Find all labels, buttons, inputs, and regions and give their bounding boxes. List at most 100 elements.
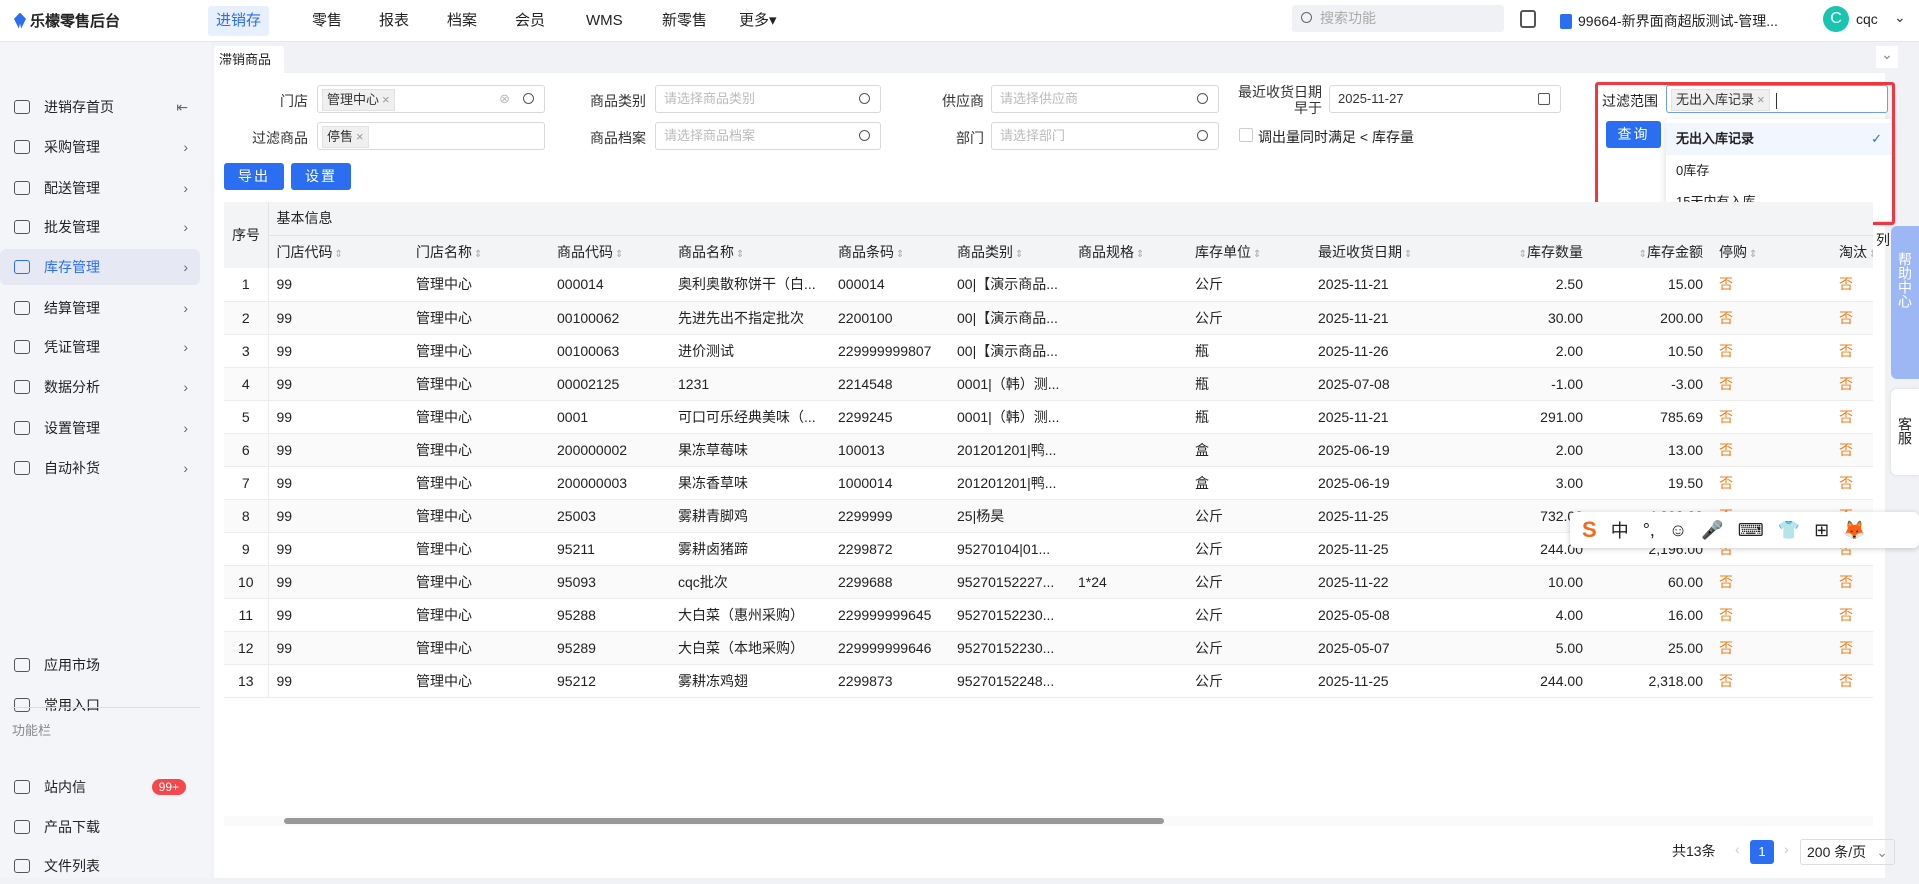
ime-icon[interactable]: ⊞: [1814, 520, 1829, 541]
sidebar-item[interactable]: 配送管理 ›: [0, 170, 200, 206]
table-row[interactable]: 6 99 管理中心 200000002 果冻草莓味 100013 201201201|鸭..…: [224, 433, 1874, 467]
table-cell: 19.50: [1591, 466, 1711, 500]
table-row[interactable]: 12 99 管理中心 95289 大白菜（本地采购） 229999999646 952701…: [224, 631, 1874, 665]
sidebar-item[interactable]: 常用入口: [0, 687, 200, 723]
search-icon[interactable]: [859, 93, 870, 104]
sidebar-item[interactable]: 设置管理 ›: [0, 410, 200, 446]
search-icon[interactable]: [1197, 93, 1208, 104]
ime-icon[interactable]: 🎤: [1701, 520, 1723, 541]
app-logo[interactable]: 乐檬零售后台: [14, 10, 120, 31]
nav-item[interactable]: WMS: [578, 6, 631, 36]
search-icon[interactable]: [1197, 130, 1208, 141]
settings-button[interactable]: 设置: [291, 163, 351, 190]
table-row[interactable]: 4 99 管理中心 00002125 1231 2214548 0001|（韩）测... 瓶 2…: [224, 367, 1874, 401]
sidebar-func-item[interactable]: 产品下载: [0, 809, 200, 845]
avatar[interactable]: C: [1823, 6, 1849, 32]
user-name[interactable]: cqc: [1856, 11, 1878, 27]
remove-tag-icon[interactable]: ×: [382, 92, 390, 107]
nav-item[interactable]: 报表: [371, 6, 417, 36]
column-header[interactable]: 最近收货日期 ⇕: [1310, 235, 1465, 268]
supplier-input[interactable]: 请选择供应商: [991, 85, 1219, 113]
nav-item[interactable]: 档案: [439, 6, 485, 36]
ime-icon[interactable]: 🦊: [1843, 520, 1865, 541]
tab-dropdown-icon[interactable]: ⌄: [1876, 46, 1898, 68]
sidebar-item[interactable]: 应用市场: [0, 647, 200, 683]
table-cell: 管理中心: [408, 598, 549, 632]
calendar-icon[interactable]: [1538, 93, 1550, 105]
table-cell: 果冻草莓味: [670, 433, 830, 467]
table-cell: 99: [268, 301, 408, 335]
table-row[interactable]: 1 99 管理中心 000014 奥利奥散称饼干（白... 000014 00|【演示商品.…: [224, 268, 1874, 302]
table-row[interactable]: 3 99 管理中心 00100063 进价测试 229999999807 00|【演示商品.…: [224, 334, 1874, 368]
sidebar-item[interactable]: 凭证管理 ›: [0, 329, 200, 365]
table-row[interactable]: 10 99 管理中心 95093 cqc批次 2299688 95270152227... 1…: [224, 565, 1874, 599]
category-input[interactable]: 请选择商品类别: [655, 85, 881, 113]
prev-page[interactable]: ‹: [1735, 841, 1740, 857]
ime-icon[interactable]: ☺: [1669, 520, 1687, 541]
table-row[interactable]: 13 99 管理中心 95212 雾耕冻鸡翅 2299873 95270152248... 公…: [224, 664, 1874, 698]
column-header[interactable]: 淘汰⇕: [1831, 235, 1874, 268]
table-row[interactable]: 2 99 管理中心 00100062 先进先出不指定批次 2200100 00|【演示商品.…: [224, 301, 1874, 335]
search-icon[interactable]: [523, 93, 534, 104]
next-page[interactable]: ›: [1784, 841, 1789, 857]
table-cell: 99: [268, 367, 408, 401]
column-header[interactable]: 门店名称 ⇕: [408, 235, 549, 268]
table-row[interactable]: 11 99 管理中心 95288 大白菜（惠州采购） 229999999645 952701…: [224, 598, 1874, 632]
nav-item[interactable]: 新零售: [654, 6, 715, 36]
column-header[interactable]: 商品类别 ⇕: [949, 235, 1070, 268]
nav-item[interactable]: 零售: [304, 6, 350, 36]
help-center[interactable]: 帮助中心: [1891, 226, 1919, 379]
ime-icon[interactable]: °,: [1643, 520, 1655, 541]
nav-item[interactable]: 会员: [507, 6, 553, 36]
printer-icon[interactable]: [1520, 10, 1536, 28]
chevron-down-icon[interactable]: ⌄: [1894, 9, 1906, 26]
filter-goods-label: 过滤商品: [252, 130, 308, 146]
filter-goods-input[interactable]: 停售 ×: [317, 122, 545, 150]
sidebar-item[interactable]: 自动补货 ›: [0, 450, 200, 486]
sidebar-item[interactable]: 结算管理 ›: [0, 290, 200, 326]
page-size-select[interactable]: 200 条/页 ⌄: [1800, 839, 1895, 865]
archive-input[interactable]: 请选择商品档案: [655, 122, 881, 150]
table-row[interactable]: 5 99 管理中心 0001 可口可乐经典美味（... 2299245 0001|（韩）测.…: [224, 400, 1874, 434]
column-header[interactable]: 停购 ⇕: [1711, 235, 1831, 268]
column-header[interactable]: 商品条码 ⇕: [830, 235, 949, 268]
sidebar-item[interactable]: 批发管理 ›: [0, 209, 200, 245]
nav-item[interactable]: 更多▾: [731, 6, 785, 36]
tab-slow-moving[interactable]: 滞销商品: [214, 46, 284, 73]
checkbox[interactable]: [1239, 128, 1253, 142]
column-header[interactable]: 商品名称 ⇕: [670, 235, 830, 268]
ime-icon[interactable]: 中: [1611, 517, 1629, 543]
clear-icon[interactable]: ⊗: [499, 86, 510, 112]
store-input[interactable]: 管理中心 × ⊗: [317, 85, 545, 113]
column-settings[interactable]: 列: [1876, 230, 1890, 250]
function-search[interactable]: 搜索功能: [1292, 5, 1504, 32]
column-header[interactable]: 库存单位 ⇕: [1187, 235, 1310, 268]
column-header[interactable]: ⇕库存数量: [1465, 235, 1591, 268]
sidebar-func-item[interactable]: 站内信 99+: [0, 769, 200, 805]
date-input[interactable]: 2025-11-27: [1329, 85, 1561, 113]
sidebar-item[interactable]: 进销存首页 ⇤: [0, 89, 200, 125]
column-header[interactable]: 商品代码 ⇕: [549, 235, 670, 268]
ime-icon[interactable]: S: [1582, 517, 1597, 543]
ime-icon[interactable]: 👕: [1778, 520, 1800, 541]
column-header[interactable]: 门店代码 ⇕: [268, 235, 408, 268]
store-selector[interactable]: 99664-新界面商超版测试-管理...: [1560, 11, 1778, 31]
horizontal-scrollbar[interactable]: [224, 816, 1873, 826]
sidebar-item[interactable]: 采购管理 ›: [0, 129, 200, 165]
sidebar-item[interactable]: 数据分析 ›: [0, 369, 200, 405]
export-button[interactable]: 导出: [224, 163, 284, 190]
search-icon[interactable]: [859, 130, 870, 141]
column-header[interactable]: 商品规格 ⇕: [1070, 235, 1187, 268]
remove-tag-icon[interactable]: ×: [356, 129, 364, 144]
sidebar-func-item[interactable]: 文件列表: [0, 848, 200, 884]
sidebar-item[interactable]: 库存管理 ›: [0, 249, 200, 285]
dept-input[interactable]: 请选择部门: [991, 122, 1219, 150]
table-cell: 11: [224, 598, 269, 632]
table-cell: 2025-06-19: [1310, 433, 1465, 467]
table-row[interactable]: 7 99 管理中心 200000003 果冻香草味 1000014 201201201|鸭.…: [224, 466, 1874, 500]
ime-icon[interactable]: ⌨: [1738, 520, 1764, 541]
column-header[interactable]: ⇕库存金额: [1591, 235, 1711, 268]
page-1[interactable]: 1: [1750, 840, 1774, 864]
customer-service[interactable]: 客服: [1891, 389, 1919, 475]
nav-item[interactable]: 进销存: [208, 6, 270, 36]
